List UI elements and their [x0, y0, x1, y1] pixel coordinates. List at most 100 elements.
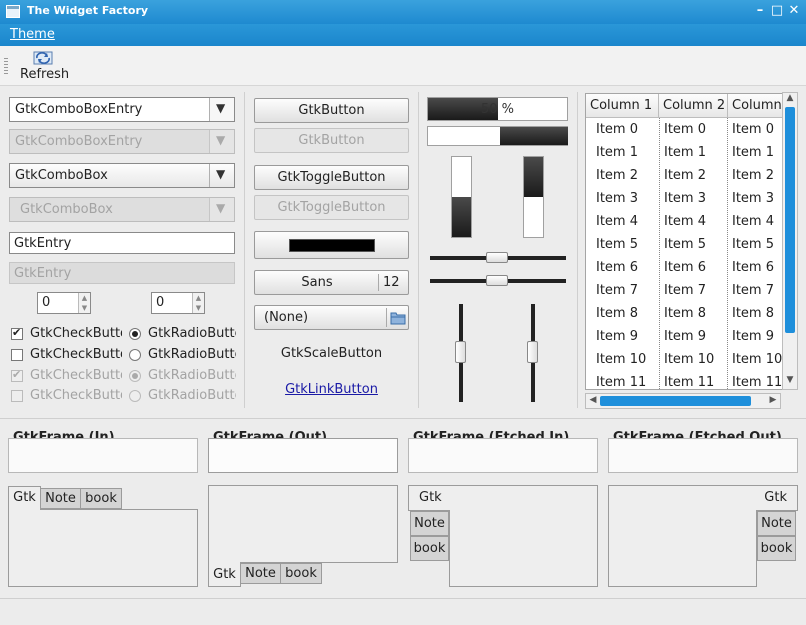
- radio-button-1[interactable]: [129, 328, 141, 340]
- column-header-2[interactable]: Column 2: [659, 94, 728, 118]
- h-scale-2-slider[interactable]: [486, 275, 508, 286]
- combo-box[interactable]: GtkComboBox ▼: [9, 163, 235, 188]
- scroll-down-icon[interactable]: ▼: [783, 375, 797, 389]
- tree-cell[interactable]: Item 9: [664, 325, 706, 348]
- entry[interactable]: GtkEntry: [9, 232, 235, 254]
- notebook-bottom-tab-note[interactable]: Note: [240, 563, 281, 584]
- notebook-right-tab-book[interactable]: book: [757, 536, 796, 561]
- tree-cell[interactable]: Item 2: [596, 164, 638, 187]
- tree-cell[interactable]: Item 3: [596, 187, 638, 210]
- check-button-2[interactable]: [11, 349, 23, 361]
- scroll-up-icon[interactable]: ▲: [783, 93, 797, 107]
- link-button[interactable]: GtkLinkButton: [254, 382, 409, 397]
- vertical-scrollbar[interactable]: ▲ ▼: [782, 92, 798, 390]
- vertical-scroll-thumb[interactable]: [785, 107, 795, 333]
- tree-cell[interactable]: Item 1: [596, 141, 638, 164]
- gtk-button[interactable]: GtkButton: [254, 98, 409, 123]
- notebook-right-tab-gtk[interactable]: Gtk: [756, 485, 798, 511]
- tree-cell[interactable]: Item 2: [732, 164, 774, 187]
- radio-button-2[interactable]: [129, 349, 141, 361]
- tree-cell[interactable]: Item 3: [664, 187, 706, 210]
- tree-cell[interactable]: Item 6: [664, 256, 706, 279]
- toolbar-grip[interactable]: [4, 58, 8, 74]
- tree-cell[interactable]: Item 3: [732, 187, 774, 210]
- menu-theme[interactable]: Theme: [10, 27, 55, 42]
- notebook-top-tab-note[interactable]: Note: [40, 488, 81, 509]
- tree-cell[interactable]: Item 7: [596, 279, 638, 302]
- tree-cell[interactable]: Item 8: [664, 302, 706, 325]
- tree-cell[interactable]: Item 4: [596, 210, 638, 233]
- spin-button-2[interactable]: 0 ▲ ▼: [151, 292, 205, 314]
- notebook-bottom-tab-book[interactable]: book: [280, 563, 322, 584]
- tree-cell[interactable]: Item 2: [664, 164, 706, 187]
- file-chooser-button[interactable]: (None): [254, 305, 409, 330]
- tree-cell[interactable]: Item 11: [596, 371, 646, 389]
- notebook-left-tab-gtk[interactable]: Gtk: [408, 485, 450, 511]
- notebook-bottom-tab-gtk[interactable]: Gtk: [208, 562, 241, 587]
- v-scale-2-slider[interactable]: [527, 341, 538, 363]
- activity-block: [500, 127, 568, 145]
- notebook-left-page: [449, 485, 598, 587]
- menu-theme-label: Theme: [10, 27, 55, 42]
- font-button[interactable]: Sans 12: [254, 270, 409, 295]
- minimize-icon[interactable]: –: [752, 3, 768, 19]
- tree-cell[interactable]: Item 5: [596, 233, 638, 256]
- tree-cell[interactable]: Item 10: [664, 348, 714, 371]
- gtk-button-disabled-label: GtkButton: [298, 133, 365, 148]
- combo-box-entry[interactable]: GtkComboBoxEntry ▼: [9, 97, 235, 122]
- tree-cell[interactable]: Item 9: [596, 325, 638, 348]
- notebook-left-tab-book[interactable]: book: [410, 536, 449, 561]
- notebook-right-tab-note[interactable]: Note: [757, 511, 796, 536]
- combo-box-entry-arrow[interactable]: ▼: [209, 98, 234, 121]
- spin-arrows-icon[interactable]: ▲ ▼: [78, 293, 90, 313]
- tree-cell[interactable]: Item 7: [732, 279, 774, 302]
- refresh-button[interactable]: Refresh: [16, 48, 72, 84]
- notebook-top-tab-gtk[interactable]: Gtk: [8, 486, 41, 510]
- color-button[interactable]: [254, 231, 409, 259]
- tree-cell[interactable]: Item 0: [664, 118, 706, 141]
- tree-cell[interactable]: Item 11: [664, 371, 714, 389]
- tree-cell[interactable]: Item 1: [664, 141, 706, 164]
- tree-cell[interactable]: Item 1: [732, 141, 774, 164]
- tree-cell[interactable]: Item 10: [596, 348, 646, 371]
- notebook-left-tab-note[interactable]: Note: [410, 511, 449, 536]
- tree-cell[interactable]: Item 9: [732, 325, 774, 348]
- gtk-button-disabled: GtkButton: [254, 128, 409, 153]
- tree-cell[interactable]: Item 6: [596, 256, 638, 279]
- toolbar: Refresh: [0, 46, 806, 86]
- tree-cell[interactable]: Item 0: [732, 118, 774, 141]
- gtk-button-label: GtkButton: [298, 103, 365, 118]
- h-scale-1-slider[interactable]: [486, 252, 508, 263]
- tree-cell[interactable]: Item 4: [732, 210, 774, 233]
- scroll-left-icon[interactable]: ◀: [586, 395, 600, 409]
- tree-view[interactable]: Column 1 Column 2 Column 3 Item 0Item 0I…: [585, 93, 785, 390]
- tree-cell[interactable]: Item 4: [664, 210, 706, 233]
- tree-cell[interactable]: Item 8: [732, 302, 774, 325]
- frame-out: [208, 438, 398, 473]
- horizontal-scrollbar[interactable]: ◀ ▶: [585, 393, 781, 409]
- maximize-icon[interactable]: □: [769, 3, 785, 19]
- tree-cell[interactable]: Item 7: [664, 279, 706, 302]
- toggle-button[interactable]: GtkToggleButton: [254, 165, 409, 190]
- tree-cell[interactable]: Item 8: [596, 302, 638, 325]
- notebook-top-tab-book[interactable]: book: [80, 488, 122, 509]
- combo-box-text: GtkComboBox: [15, 168, 108, 183]
- column-header-1[interactable]: Column 1: [586, 94, 659, 118]
- tree-cell[interactable]: Item 6: [732, 256, 774, 279]
- tree-cell[interactable]: Item 10: [732, 348, 782, 371]
- tree-cell[interactable]: Item 5: [664, 233, 706, 256]
- horizontal-scroll-thumb[interactable]: [600, 396, 751, 406]
- spin-button-1[interactable]: 0 ▲ ▼: [37, 292, 91, 314]
- column-header-3[interactable]: Column 3: [728, 94, 784, 118]
- v-scale-1-slider[interactable]: [455, 341, 466, 363]
- tree-cell[interactable]: Item 11: [732, 371, 782, 389]
- tree-cell[interactable]: Item 5: [732, 233, 774, 256]
- check-button-1[interactable]: [11, 326, 23, 340]
- spin-arrows-icon[interactable]: ▲ ▼: [192, 293, 204, 313]
- toggle-button-label: GtkToggleButton: [277, 170, 386, 185]
- scroll-right-icon[interactable]: ▶: [766, 395, 780, 409]
- progress-bar-vertical-1: [451, 156, 472, 238]
- scale-button[interactable]: GtkScaleButton: [254, 346, 409, 361]
- close-icon[interactable]: ✕: [786, 3, 802, 19]
- tree-cell[interactable]: Item 0: [596, 118, 638, 141]
